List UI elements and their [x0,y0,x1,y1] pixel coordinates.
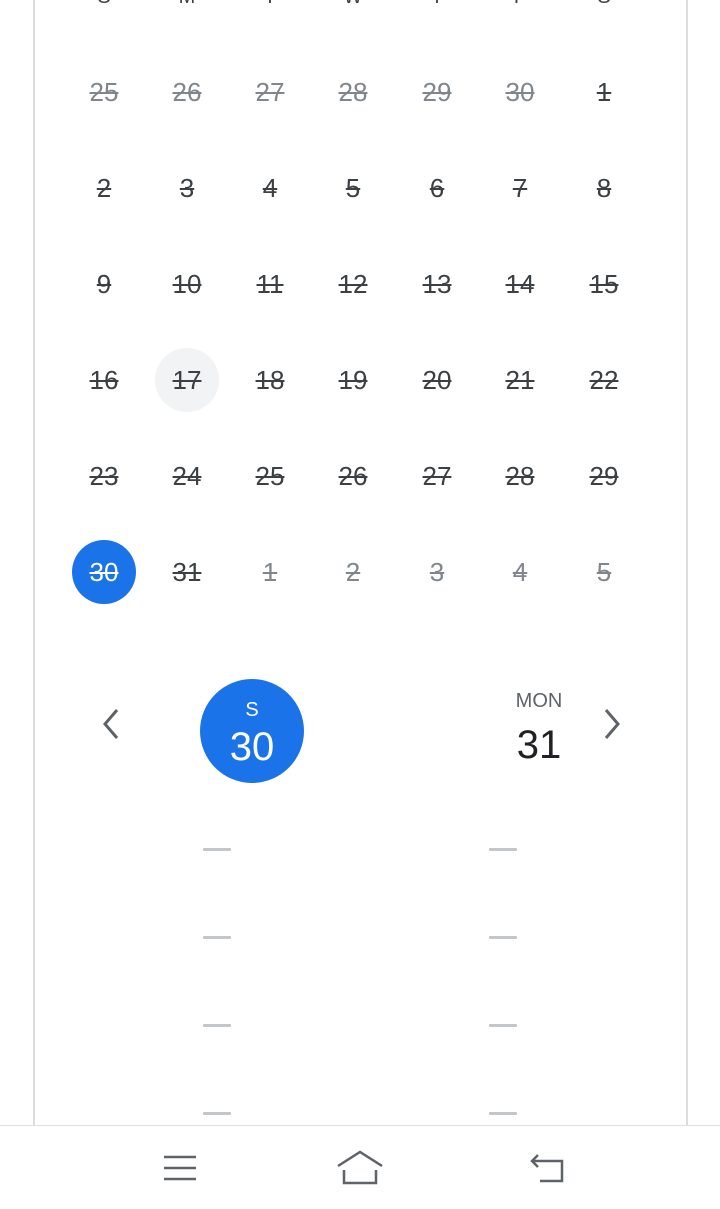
chevron-left-icon [103,709,119,739]
calendar-day[interactable]: 10 [155,252,219,316]
empty-time-slot[interactable] [489,1112,517,1115]
calendar-day[interactable]: 1 [238,540,302,604]
weekday-label: W [321,0,385,9]
calendar-day[interactable]: 25 [72,60,136,124]
next-day-button[interactable] [588,700,636,748]
calendar-day[interactable]: 31 [155,540,219,604]
calendar-day[interactable]: 28 [321,60,385,124]
calendar-screen: SMTWTFS 25262728293012345678910111213141… [0,0,720,1209]
menu-icon [164,1155,196,1181]
calendar-day[interactable]: 17 [155,348,219,412]
calendar-day[interactable]: 19 [321,348,385,412]
calendar-day[interactable]: 29 [405,60,469,124]
home-button[interactable] [330,1148,390,1188]
empty-time-slot[interactable] [489,848,517,851]
empty-time-slot[interactable] [203,1024,231,1027]
calendar-day[interactable]: 30 [72,540,136,604]
day-of-week-label: S [245,699,259,721]
weekday-label: T [238,0,302,9]
calendar-day[interactable]: 8 [572,156,636,220]
day-column-header[interactable]: MON 31 [487,690,591,768]
calendar-panel: SMTWTFS 25262728293012345678910111213141… [33,0,688,1126]
weekday-label: T [405,0,469,9]
calendar-day[interactable]: 21 [488,348,552,412]
day-number-label: 30 [229,725,275,769]
menu-button[interactable] [150,1148,210,1188]
day-of-week-label: MON [515,690,563,712]
weekday-label: S [72,0,136,9]
calendar-day[interactable]: 2 [72,156,136,220]
weekday-label: F [488,0,552,9]
calendar-day[interactable]: 6 [405,156,469,220]
calendar-day[interactable]: 7 [488,156,552,220]
day-number-label: 31 [516,723,562,767]
day-column-header-selected[interactable]: S 30 [200,679,304,783]
weekday-label: M [155,0,219,9]
calendar-day[interactable]: 18 [238,348,302,412]
calendar-day[interactable]: 22 [572,348,636,412]
back-button[interactable] [518,1148,578,1188]
calendar-day[interactable]: 16 [72,348,136,412]
calendar-day[interactable]: 29 [572,444,636,508]
calendar-day[interactable]: 24 [155,444,219,508]
calendar-day[interactable]: 5 [572,540,636,604]
calendar-day[interactable]: 13 [405,252,469,316]
calendar-day[interactable]: 25 [238,444,302,508]
calendar-day[interactable]: 20 [405,348,469,412]
calendar-day[interactable]: 26 [155,60,219,124]
calendar-day[interactable]: 26 [321,444,385,508]
weekday-label: S [572,0,636,9]
calendar-day[interactable]: 2 [321,540,385,604]
empty-time-slot[interactable] [203,1112,231,1115]
calendar-day[interactable]: 30 [488,60,552,124]
calendar-day[interactable]: 23 [72,444,136,508]
calendar-day[interactable]: 1 [572,60,636,124]
back-icon [530,1154,564,1183]
empty-time-slot[interactable] [203,936,231,939]
calendar-day[interactable]: 9 [72,252,136,316]
calendar-day[interactable]: 3 [155,156,219,220]
calendar-day[interactable]: 27 [405,444,469,508]
calendar-day[interactable]: 4 [488,540,552,604]
previous-day-button[interactable] [87,700,135,748]
empty-time-slot[interactable] [489,1024,517,1027]
calendar-day[interactable]: 5 [321,156,385,220]
calendar-day[interactable]: 11 [238,252,302,316]
calendar-day[interactable]: 3 [405,540,469,604]
system-navigation-bar [0,1125,720,1209]
empty-time-slot[interactable] [489,936,517,939]
calendar-day[interactable]: 4 [238,156,302,220]
calendar-day[interactable]: 15 [572,252,636,316]
chevron-right-icon [604,709,620,739]
empty-time-slot[interactable] [203,848,231,851]
calendar-day[interactable]: 12 [321,252,385,316]
calendar-day[interactable]: 27 [238,60,302,124]
calendar-day[interactable]: 28 [488,444,552,508]
home-icon [337,1150,383,1185]
calendar-day[interactable]: 14 [488,252,552,316]
